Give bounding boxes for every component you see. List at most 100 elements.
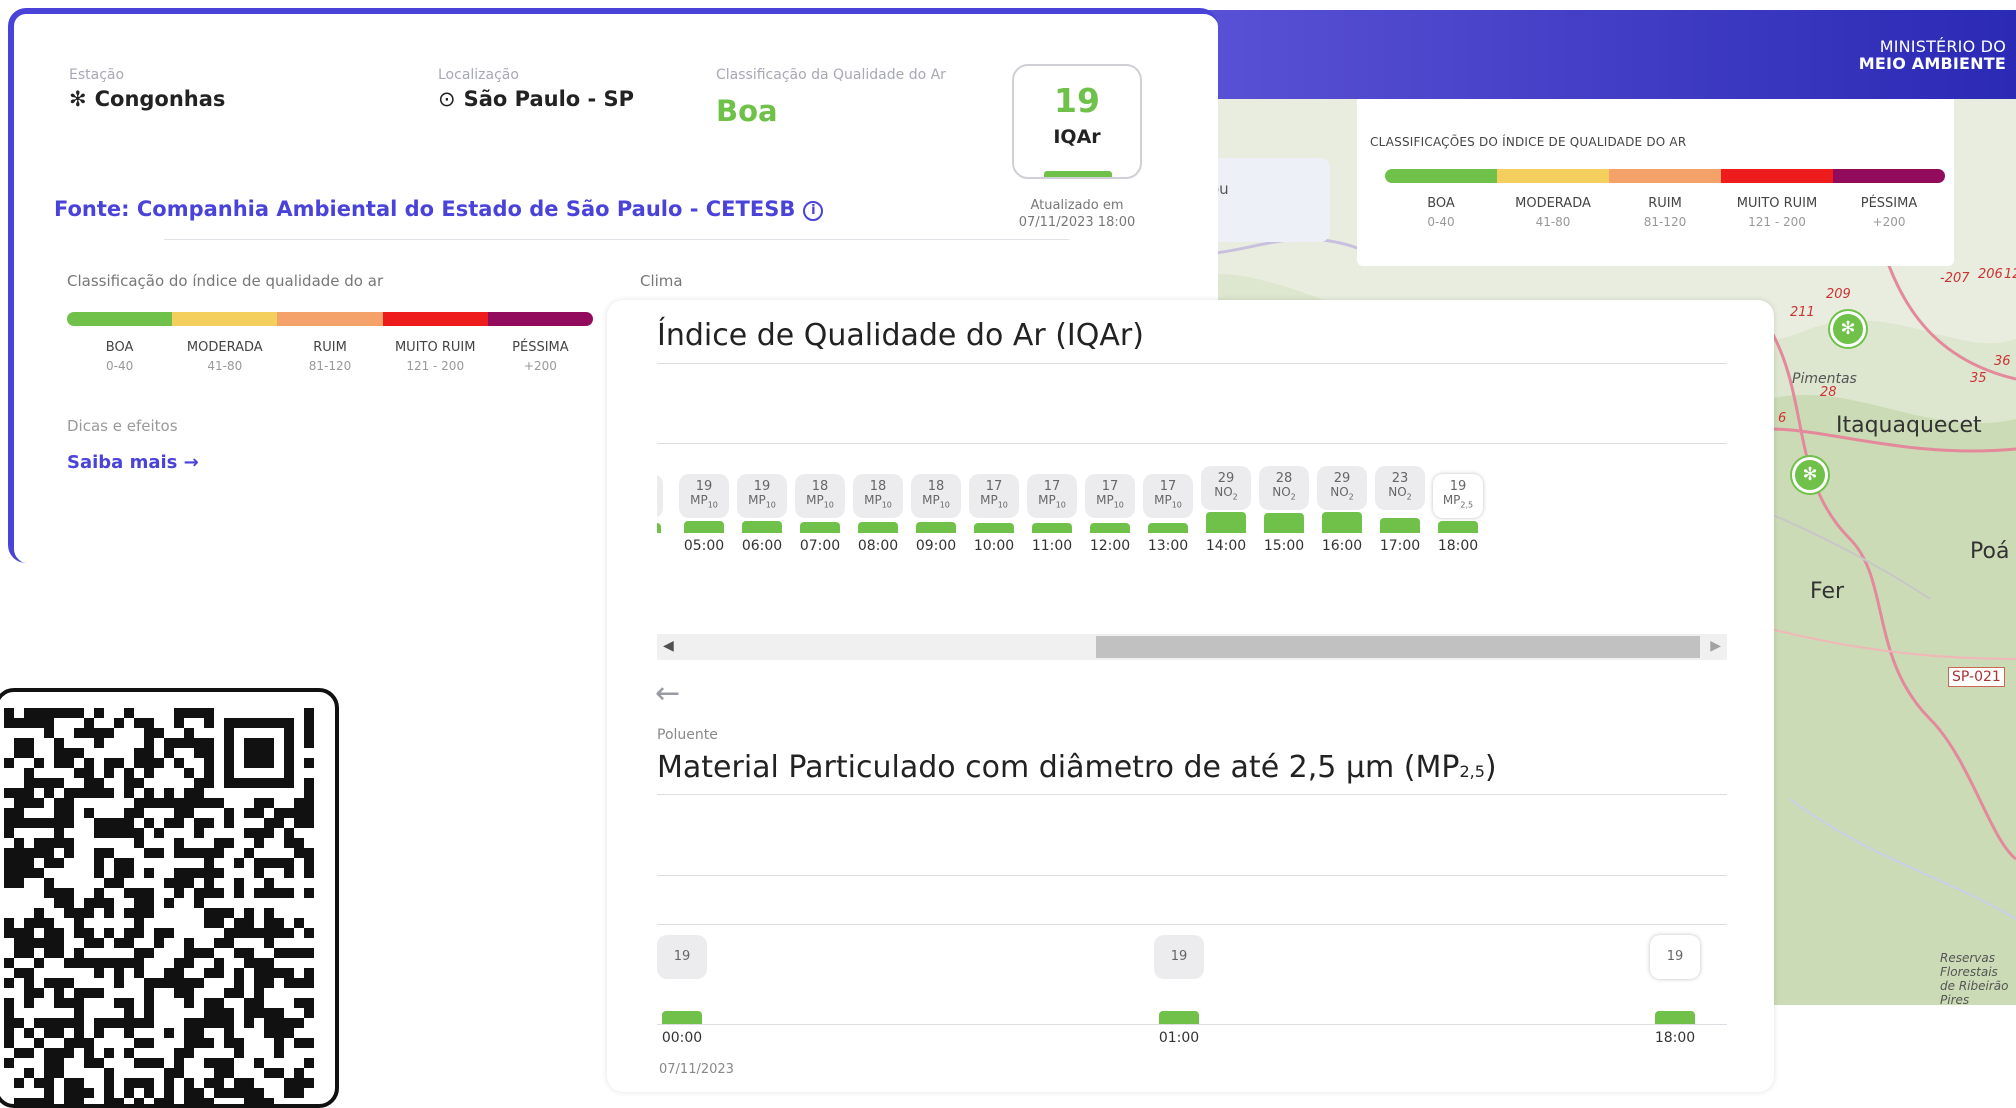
iqar-badge: 19 IQAr (1012, 64, 1142, 179)
hour-value-bubble[interactable]: 19 MP2,5 (1433, 474, 1483, 518)
hour-value-bubble[interactable]: 17 MP10 (969, 474, 1019, 518)
hour-bar[interactable] (1148, 523, 1188, 533)
station-name: ✻ Congonhas (69, 87, 225, 111)
hour-value-bubble[interactable]: 17 MP10 (1085, 474, 1135, 518)
scale-range: +200 (1872, 215, 1906, 229)
hour-bar[interactable] (1206, 512, 1246, 533)
source-text: Fonte: Companhia Ambiental do Estado de … (54, 197, 796, 221)
hour-value: 19 (1449, 479, 1467, 494)
scale-segment-moderada (172, 312, 278, 326)
scale-range: 41-80 (207, 359, 243, 373)
pollutant-title-main: Material Particulado com diâmetro de até… (657, 750, 1460, 785)
iqar-hourly-chart[interactable]: 19 MP10 05:00 19 MP10 06:00 18 MP10 07:00 18 MP10 0… (657, 440, 1727, 600)
divider (657, 363, 1727, 364)
classification-label: Classificação da Qualidade do Ar (716, 67, 946, 83)
map-label-road-128: 128 (2004, 267, 2016, 282)
app-header: MINISTÉRIO DO MEIO AMBIENTE (1170, 10, 2016, 99)
hour-value-bubble[interactable]: 29 NO2 (1201, 466, 1251, 510)
pollutant-bar[interactable] (1655, 1011, 1695, 1024)
scale-range: 0-40 (1427, 215, 1455, 229)
scale-segment-boa (1385, 169, 1497, 183)
scale-segment-muito-ruim (382, 312, 488, 326)
hour-value-bubble[interactable]: 28 NO2 (1259, 466, 1309, 510)
map-legend-title: CLASSIFICAÇÕES DO ÍNDICE DE QUALIDADE DO… (1370, 135, 1687, 149)
pollutant-value-bubble[interactable]: 19 (1650, 935, 1700, 979)
hour-bar[interactable] (974, 523, 1014, 533)
horizontal-scrollbar[interactable]: ◀ ▶ (657, 634, 1727, 660)
hour-bar[interactable] (1032, 523, 1072, 533)
source-link[interactable]: Fonte: Companhia Ambiental do Estado de … (54, 197, 824, 221)
hour-label: 18:00 (1437, 538, 1479, 554)
scale-segment-muito-ruim (1721, 169, 1833, 183)
hour-pollutant: MP10 (806, 493, 834, 510)
hour-value-bubble[interactable]: 23 NO2 (1375, 466, 1425, 510)
hour-pollutant: MP10 (690, 493, 718, 510)
qr-code-image (4, 708, 314, 1104)
scale-range: 41-80 (1535, 215, 1571, 229)
hour-bar[interactable] (858, 522, 898, 533)
scroll-left-icon[interactable]: ◀ (663, 638, 674, 654)
map-label-road-36: 36 (1994, 354, 2011, 369)
ministry-logo[interactable]: MINISTÉRIO DO MEIO AMBIENTE (1859, 38, 2006, 72)
pollutant-bar[interactable] (1159, 1011, 1199, 1024)
scale-segment-pessima (1833, 169, 1945, 183)
scroll-thumb[interactable] (1096, 636, 1700, 658)
hour-value-bubble[interactable]: 18 MP10 (853, 474, 903, 518)
map-legend-labels: BOA 0-40 MODERADA 41-80 RUIM 81-120 MUITO R… (1385, 196, 1945, 229)
hour-bar[interactable] (1090, 523, 1130, 533)
iqar-unit: IQAr (1053, 126, 1101, 148)
hour-value-bubble[interactable]: 18 MP10 (911, 474, 961, 518)
pollutant-title-end: ) (1484, 750, 1497, 785)
hour-bar[interactable] (1438, 521, 1478, 533)
learn-more-link[interactable]: Saiba mais → (67, 452, 199, 473)
hour-pollutant: NO2 (1388, 485, 1412, 502)
station-label: Estação (69, 67, 125, 83)
station-fan-icon: ✻ (1802, 464, 1818, 485)
pollutant-title-sub: 2,5 (1459, 762, 1485, 781)
chart-title: Índice de Qualidade do Ar (IQAr) (657, 318, 1144, 353)
scale-range: 121 - 200 (406, 359, 465, 373)
info-icon[interactable]: i (803, 201, 824, 221)
hour-bar[interactable] (684, 521, 724, 533)
scroll-right-icon[interactable]: ▶ (1710, 638, 1721, 654)
hour-value-bubble[interactable]: 18 MP10 (795, 474, 845, 518)
scale-item: MUITO RUIM 121 - 200 (383, 340, 488, 373)
hour-pollutant: NO2 (1330, 485, 1354, 502)
hour-pollutant: MP2,5 (1442, 493, 1474, 510)
divider (657, 875, 1727, 876)
station-name-text: Congonhas (94, 87, 226, 111)
pollutant-value-bubble[interactable]: 19 (1154, 935, 1204, 979)
hour-value-bubble[interactable]: 29 NO2 (1317, 466, 1367, 510)
hour-bar[interactable] (916, 522, 956, 533)
scale-label: PÉSSIMA (1860, 196, 1918, 211)
hour-value: 29 (1217, 471, 1235, 486)
map-legend-scale-bar (1385, 169, 1945, 183)
divider (164, 239, 1069, 240)
hour-bar[interactable] (1264, 513, 1304, 533)
hour-bar[interactable] (800, 522, 840, 533)
date-label: 07/11/2023 (659, 1062, 734, 1077)
hour-bar[interactable] (1322, 512, 1362, 533)
hour-value: 28 (1275, 471, 1293, 486)
chart-card: Índice de Qualidade do Ar (IQAr) 19 MP10 0… (607, 300, 1774, 1092)
pollutant-bar[interactable] (662, 1011, 702, 1024)
hour-value-bubble[interactable]: 17 MP10 (1143, 474, 1193, 518)
hour-value: 17 (985, 479, 1003, 494)
hour-value-bubble[interactable]: 19 MP10 (679, 474, 729, 518)
station-marker[interactable]: ✻ (1830, 311, 1866, 347)
hour-pollutant: MP10 (922, 493, 950, 510)
hour-pollutant: MP10 (864, 493, 892, 510)
hour-value-bubble[interactable]: 17 MP10 (1027, 474, 1077, 518)
hour-value: 18 (869, 479, 887, 494)
back-arrow-icon[interactable]: ← (655, 676, 680, 711)
hour-value: 19 (753, 479, 771, 494)
pollutant-value-bubble[interactable]: 19 (657, 935, 707, 979)
hour-value-bubble[interactable]: 19 MP10 (737, 474, 787, 518)
station-marker[interactable]: ✻ (1792, 457, 1828, 493)
scale-label: RUIM (1648, 196, 1682, 211)
hour-bar[interactable] (742, 521, 782, 533)
qr-code (0, 688, 339, 1108)
map-label-road-206: 206 (1978, 267, 2003, 282)
hour-value: 17 (1043, 479, 1061, 494)
hour-bar[interactable] (1380, 517, 1420, 533)
